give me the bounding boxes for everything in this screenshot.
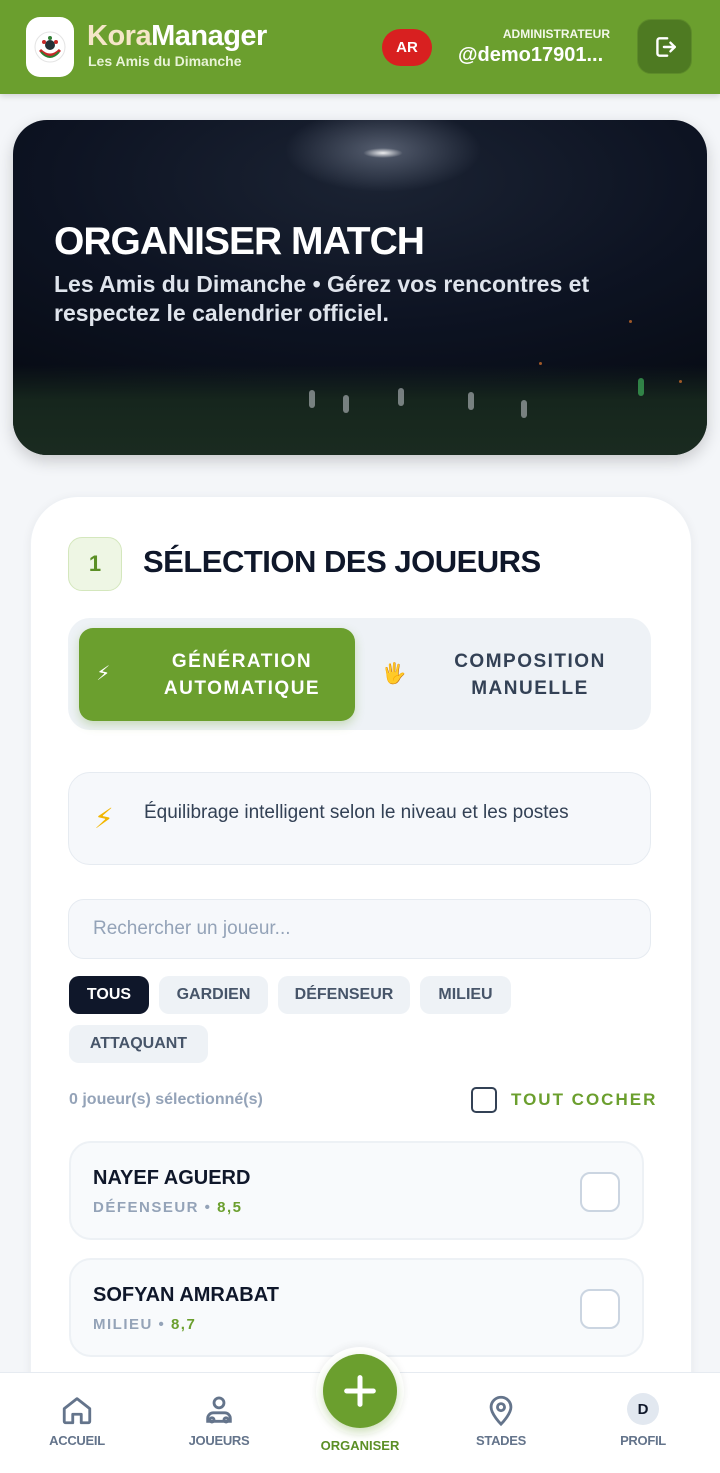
nav-home-label: ACCUEIL <box>49 1433 105 1448</box>
player-checkbox[interactable] <box>580 1172 620 1212</box>
player-silhouette <box>398 388 404 406</box>
ambient-light <box>539 362 542 365</box>
logout-button[interactable] <box>637 19 692 74</box>
home-icon <box>62 1397 92 1425</box>
nav-organize-label: ORGANISER <box>320 1438 400 1453</box>
nav-profile[interactable]: D PROFIL <box>593 1393 693 1448</box>
player-rating: 8,5 <box>217 1199 243 1216</box>
nav-players-label: JOUEURS <box>188 1433 250 1448</box>
filter-all[interactable]: TOUS <box>69 976 149 1014</box>
club-logo-icon[interactable] <box>26 17 74 77</box>
filter-defender[interactable]: DÉFENSEUR <box>278 976 410 1014</box>
page-subtitle: Les Amis du Dimanche • Gérez vos rencont… <box>54 271 590 326</box>
player-name: NAYEF AGUERD <box>93 1167 251 1189</box>
hero-banner: ORGANISER MATCH Les Amis du Dimanche • G… <box>13 120 707 455</box>
player-search-input[interactable] <box>68 899 651 959</box>
auto-generation-button[interactable]: ⚡ GÉNÉRATION AUTOMATIQUE <box>79 628 355 721</box>
avatar: D <box>627 1393 659 1425</box>
pitch-background <box>13 365 707 455</box>
stadium-light <box>363 148 403 158</box>
filter-attacker[interactable]: ATTAQUANT <box>69 1025 208 1063</box>
player-row[interactable]: NAYEF AGUERD DÉFENSEUR • 8,5 <box>69 1141 644 1240</box>
organize-fab-wrapper <box>316 1347 404 1435</box>
manual-composition-label: COMPOSITION MANUELLE <box>454 650 606 699</box>
player-rating: 8,7 <box>170 1316 197 1333</box>
nav-profile-label: PROFIL <box>620 1433 666 1448</box>
app-header: KoraManager Les Amis du Dimanche AR ADMI… <box>0 0 720 94</box>
user-role: ADMINISTRATEUR <box>502 27 610 41</box>
page-title: ORGANISER MATCH <box>54 220 425 263</box>
nav-stadiums[interactable]: STADES <box>451 1393 551 1448</box>
player-position: MILIEU <box>93 1316 153 1333</box>
manual-composition-button[interactable]: 🖐 COMPOSITION MANUELLE <box>370 628 640 721</box>
player-silhouette <box>309 390 315 408</box>
player-name: SOFYAN AMRABAT <box>93 1284 279 1306</box>
player-position: DÉFENSEUR <box>93 1199 200 1216</box>
auto-generation-label: GÉNÉRATION AUTOMATIQUE <box>163 650 321 699</box>
users-icon <box>206 1396 232 1424</box>
player-row[interactable]: SOFYAN AMRABAT MILIEU • 8,7 <box>69 1258 644 1357</box>
club-name: Les Amis du Dimanche <box>88 53 242 69</box>
player-meta: MILIEU • 8,7 <box>93 1316 197 1333</box>
nav-players[interactable]: JOUEURS <box>169 1393 269 1448</box>
username: @demo17901... <box>458 44 604 66</box>
logout-icon <box>655 36 676 57</box>
plus-icon <box>344 1375 376 1407</box>
nav-home[interactable]: ACCUEIL <box>27 1393 127 1448</box>
info-text: Équilibrage intelligent selon le niveau … <box>144 802 569 823</box>
check-all-label[interactable]: TOUT COCHER <box>511 1090 657 1110</box>
check-all-checkbox[interactable] <box>471 1087 497 1113</box>
app-title: KoraManager <box>87 20 267 52</box>
selected-count: 0 joueur(s) sélectionné(s) <box>69 1091 263 1108</box>
filter-goalkeeper[interactable]: GARDIEN <box>159 976 268 1014</box>
player-checkbox[interactable] <box>580 1289 620 1329</box>
section-title: SÉLECTION DES JOUEURS <box>143 544 541 579</box>
player-silhouette <box>521 400 527 418</box>
nav-stadiums-label: STADES <box>476 1433 526 1448</box>
organize-button[interactable] <box>323 1354 397 1428</box>
lightning-icon: ⚡ <box>96 663 112 685</box>
filter-midfielder[interactable]: MILIEU <box>420 976 511 1014</box>
player-meta: DÉFENSEUR • 8,5 <box>93 1199 243 1216</box>
hand-icon: 🖐 <box>381 663 409 685</box>
player-silhouette <box>343 395 349 413</box>
player-silhouette <box>638 378 644 396</box>
step-number-badge: 1 <box>68 537 122 591</box>
language-switch-button[interactable]: AR <box>382 29 432 66</box>
player-silhouette <box>468 392 474 410</box>
ambient-light <box>679 380 682 383</box>
lightning-icon: ⚡ <box>94 803 114 834</box>
location-pin-icon <box>489 1395 513 1427</box>
